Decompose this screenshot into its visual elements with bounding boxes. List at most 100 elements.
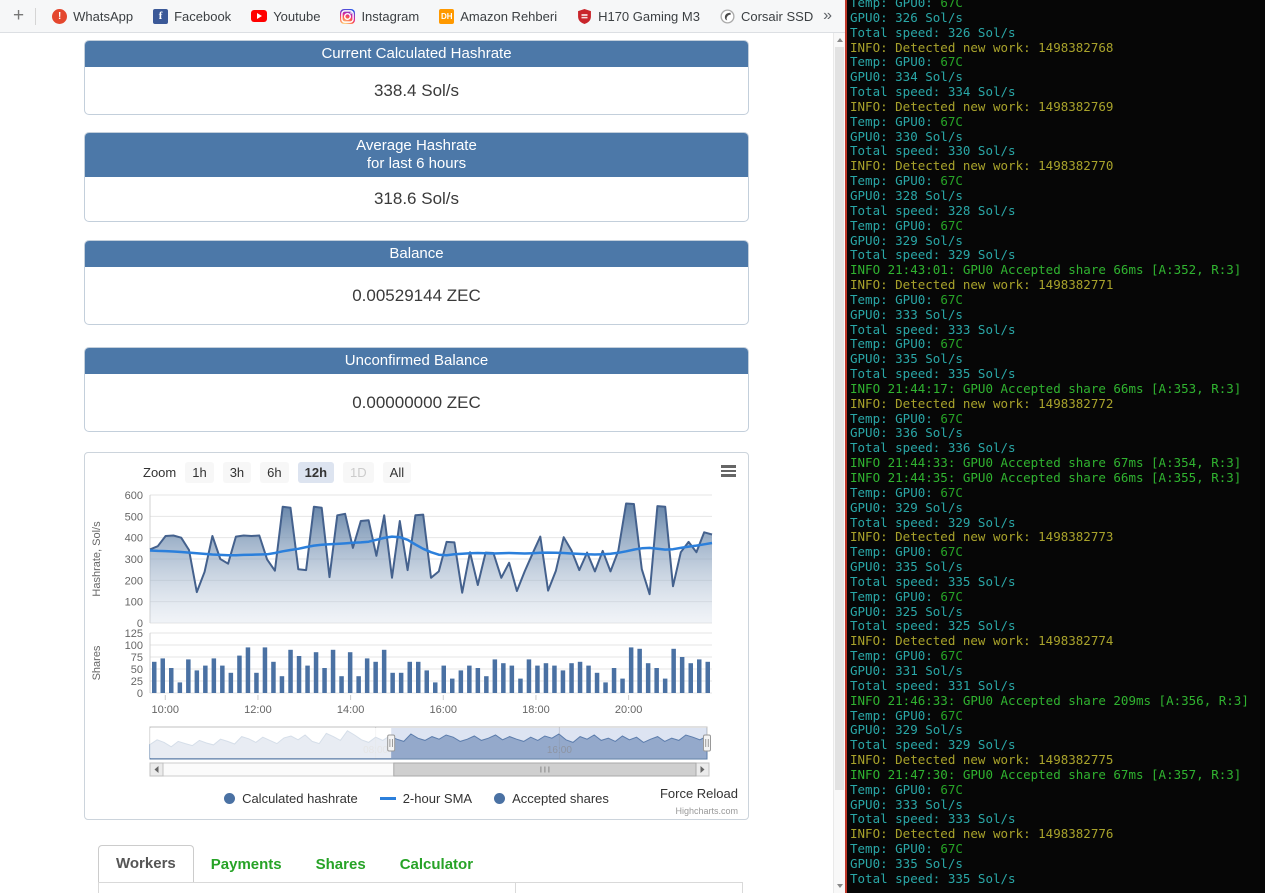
terminal-line: GPU0: 325 Sol/s [850, 603, 963, 619]
bookmark-corsair-ssd[interactable]: Corsair SSD [714, 6, 814, 27]
legend-label: 2-hour SMA [402, 791, 473, 806]
bookmark-h170-gaming-m3[interactable]: H170 Gaming M3 [571, 6, 706, 27]
svg-text:10:00: 10:00 [152, 704, 180, 716]
tab-workers[interactable]: Workers [98, 845, 194, 882]
svg-text:500: 500 [125, 511, 143, 523]
svg-text:100: 100 [125, 640, 143, 652]
shield-icon [577, 8, 592, 24]
tab-shares[interactable]: Shares [299, 847, 383, 882]
hashrate-chart-svg: 6005004003002001000125100755025010:00 12:… [91, 490, 713, 777]
svg-text:16:00: 16:00 [430, 704, 458, 716]
page-viewport: Current Calculated Hashrate 338.4 Sol/s … [0, 33, 845, 893]
add-bookmark-icon[interactable]: + [4, 5, 33, 27]
terminal-line: INFO: Detected new work: 1498382773 [850, 529, 1114, 545]
legend-label: Calculated hashrate [242, 791, 358, 806]
zoom-button-1h[interactable]: 1h [185, 462, 214, 483]
terminal-line: Temp: GPU0: 67C [850, 544, 963, 560]
table-column-divider [515, 883, 516, 893]
bookmark-whatsapp[interactable]: ! WhatsApp [46, 6, 139, 27]
zoom-button-6h[interactable]: 6h [260, 462, 289, 483]
svg-text:200: 200 [125, 575, 143, 587]
terminal-line: Total speed: 330 Sol/s [850, 143, 1016, 159]
scroll-down-button[interactable] [834, 879, 845, 893]
scroll-up-button[interactable] [834, 33, 845, 47]
terminal-line: Total speed: 333 Sol/s [850, 811, 1016, 827]
panel-current-hashrate-title: Current Calculated Hashrate [85, 41, 748, 67]
terminal-line: GPU0: 331 Sol/s [850, 662, 963, 678]
navigator-handle-left[interactable] [387, 734, 396, 752]
bookmark-instagram[interactable]: Instagram [334, 6, 425, 27]
legend-2-hour-sma[interactable]: 2-hour SMA [379, 791, 473, 806]
terminal-line: INFO: Detected new work: 1498382770 [850, 158, 1114, 174]
tab-calculator[interactable]: Calculator [383, 847, 490, 882]
terminal-line: Total speed: 328 Sol/s [850, 202, 1016, 218]
terminal-line: Total speed: 336 Sol/s [850, 440, 1016, 456]
chart-context-menu-icon[interactable] [721, 465, 736, 479]
bookmark-label: Corsair SSD [740, 8, 814, 24]
terminal-line: GPU0: 335 Sol/s [850, 351, 963, 367]
terminal-line: Total speed: 333 Sol/s [850, 321, 1016, 337]
svg-text:100: 100 [125, 597, 143, 609]
bookmark-facebook[interactable]: f Facebook [147, 6, 237, 27]
bookmark-amazon-rehberi[interactable]: DH Amazon Rehberi [433, 6, 563, 27]
svg-text:20:00: 20:00 [615, 704, 643, 716]
scroll-down-icon [836, 884, 843, 888]
browser-window: + ! WhatsApp f Facebook Youtube Instagram DH Am… [0, 0, 845, 893]
screen: + ! WhatsApp f Facebook Youtube Instagram DH Am… [0, 0, 1265, 893]
shares-axis-title: Shares [91, 645, 103, 680]
tab-payments[interactable]: Payments [194, 847, 299, 882]
terminal-line: Temp: GPU0: 67C [850, 588, 963, 604]
hashrate-axis-title: Hashrate, Sol/s [91, 521, 103, 597]
terminal-line: Temp: GPU0: 67C [850, 336, 963, 352]
highcharts-credits[interactable]: Highcharts.com [675, 806, 738, 816]
bookmark-label: Instagram [361, 8, 420, 24]
scroll-up-icon [836, 38, 843, 42]
terminal-line: Total speed: 335 Sol/s [850, 870, 1016, 886]
terminal-line: INFO 21:43:01: GPU0 Accepted share 66ms … [850, 262, 1242, 278]
terminal-line: Total speed: 334 Sol/s [850, 84, 1016, 100]
svg-text:25: 25 [131, 676, 143, 688]
bookmarks-overflow-chevron-icon[interactable]: » [814, 7, 841, 25]
bookmark-youtube[interactable]: Youtube [245, 6, 326, 27]
terminal-line: GPU0: 333 Sol/s [850, 306, 963, 322]
terminal-line: GPU0: 329 Sol/s [850, 232, 963, 248]
terminal-line: INFO 21:44:35: GPU0 Accepted share 66ms … [850, 470, 1242, 485]
terminal-line: GPU0: 329 Sol/s [850, 499, 963, 515]
terminal-line: Temp: GPU0: 67C [850, 173, 963, 189]
navigator-handle-right[interactable] [703, 734, 711, 752]
scrollbar-thumb[interactable] [835, 47, 844, 790]
x-axis-labels: 10:00 12:00 14:00 16:00 18:00 20:00 [152, 695, 643, 716]
terminal-line: Temp: GPU0: 67C [850, 841, 963, 857]
zoom-button-all[interactable]: All [382, 462, 412, 483]
terminal-line: INFO: Detected new work: 1498382769 [850, 98, 1114, 114]
legend-label: Accepted shares [512, 791, 609, 806]
legend-line-marker [379, 797, 396, 800]
terminal-line: Total speed: 329 Sol/s [850, 247, 1016, 263]
facebook-icon: f [153, 8, 169, 24]
terminal-line: INFO: Detected new work: 1498382772 [850, 395, 1114, 411]
terminal-line: GPU0: 330 Sol/s [850, 128, 963, 144]
svg-text:600: 600 [125, 490, 143, 502]
zoom-button-12h[interactable]: 12h [297, 462, 335, 483]
legend-calculated-hashrate[interactable]: Calculated hashrate [224, 791, 358, 806]
terminal-line: INFO: Detected new work: 1498382768 [850, 39, 1114, 55]
workers-table [98, 882, 743, 893]
force-reload-link[interactable]: Force Reload [660, 786, 738, 801]
svg-text:125: 125 [125, 628, 143, 640]
page-content: Current Calculated Hashrate 338.4 Sol/s … [0, 33, 833, 893]
bookmark-label: H170 Gaming M3 [598, 8, 700, 24]
terminal-line: GPU0: 333 Sol/s [850, 796, 963, 812]
chart-navigator[interactable]: 08:0016:00 [149, 726, 711, 760]
zoom-button-3h[interactable]: 3h [222, 462, 252, 483]
legend-accepted-shares[interactable]: Accepted shares [494, 791, 609, 806]
terminal-line: Total speed: 326 Sol/s [850, 24, 1016, 40]
bookmark-label: Youtube [273, 8, 321, 24]
chart-scrollbar[interactable] [149, 762, 710, 777]
whatsapp-icon: ! [52, 8, 68, 24]
terminal-line: Temp: GPU0: 67C [850, 113, 963, 129]
panel-unconfirmed-balance-title: Unconfirmed Balance [85, 348, 748, 374]
terminal-line: Total speed: 331 Sol/s [850, 677, 1016, 693]
svg-text:12:00: 12:00 [244, 704, 272, 716]
bookmark-label: Facebook [174, 8, 232, 24]
terminal-line: INFO 21:47:30: GPU0 Accepted share 67ms … [850, 766, 1242, 782]
